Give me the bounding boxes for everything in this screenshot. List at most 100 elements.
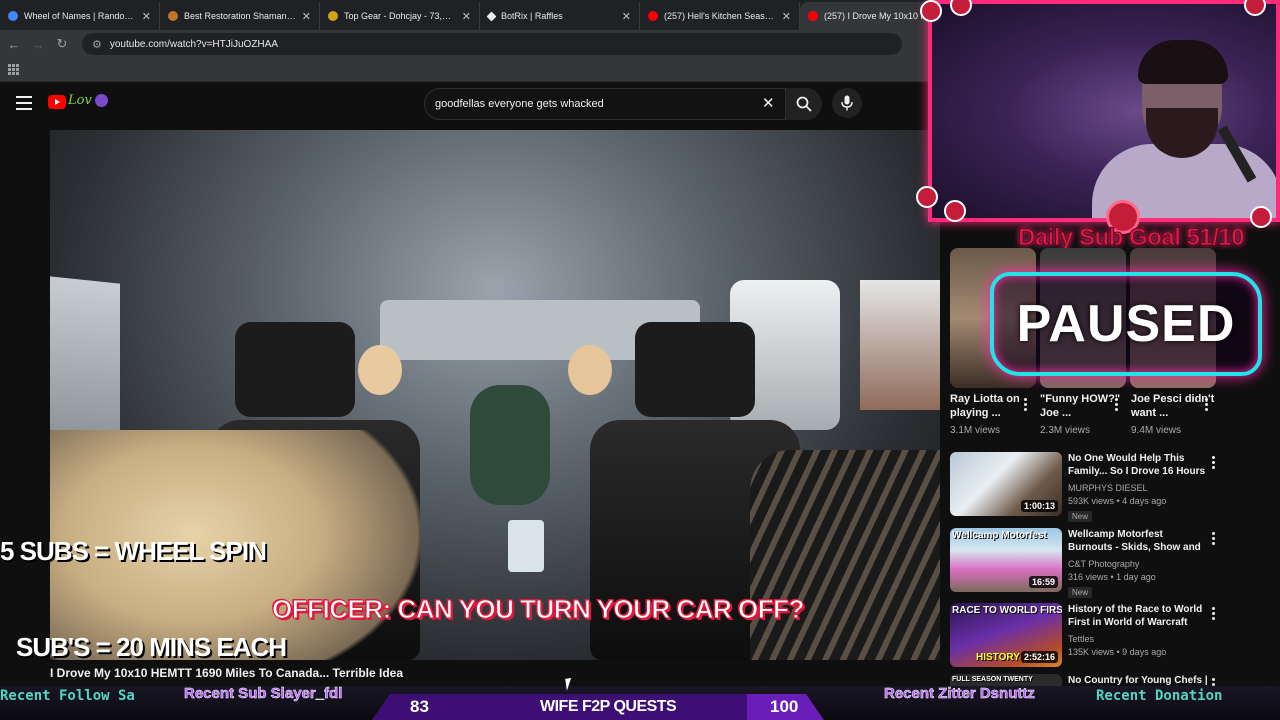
tab-botrix-raffles[interactable]: BotRix | Raffles ✕ [480, 2, 640, 30]
more-options-icon[interactable] [1212, 607, 1216, 620]
video-title[interactable]: No Country for Young Chefs | [1068, 674, 1208, 686]
recent-zitter: Recent Zitter Dsnuttz [884, 685, 1035, 703]
video-info: No One Would Help This Family... So I Dr… [1068, 452, 1208, 524]
short-views: 2.3M views [1040, 425, 1091, 436]
thumbnail-text: FULL SEASON TWENTY [952, 676, 1033, 683]
video-title[interactable]: History of the Race to World First in Wo… [1068, 603, 1208, 629]
search-icon [796, 96, 812, 112]
video-info: History of the Race to World First in Wo… [1068, 603, 1208, 657]
driver-arm [750, 450, 940, 660]
short-info: "Funny HOW?" Joe ... 2.3M views [1040, 392, 1126, 436]
more-options-icon[interactable] [1212, 532, 1216, 545]
sub-time-rule: SUB'S = 20 MINS EACH [16, 632, 287, 662]
site-info-icon[interactable]: ⚙ [92, 38, 102, 51]
quest-goal: 100 [770, 697, 799, 716]
tab-hells-kitchen[interactable]: (257) Hell's Kitchen Season 18 ✕ [640, 2, 800, 30]
channel-name[interactable]: C&T Photography [1068, 559, 1208, 569]
wowhead-favicon-icon [168, 11, 178, 21]
tab-close-icon[interactable]: ✕ [622, 10, 631, 23]
apps-grid-icon[interactable] [8, 64, 19, 75]
youtube-header: Lov goodfellas everyone gets whacked ✕ [0, 82, 940, 126]
clear-search-icon[interactable]: ✕ [762, 94, 775, 112]
menu-icon[interactable] [16, 96, 32, 110]
back-arrow-icon[interactable]: ← [2, 37, 26, 52]
video-thumbnail[interactable]: 1:00:13 [950, 452, 1062, 516]
video-thumbnail[interactable]: RACE TO WORLD FIRST HISTORY 2:52:16 [950, 603, 1062, 667]
child [358, 345, 402, 395]
video-views: 593K views • 4 days ago [1068, 496, 1167, 506]
youtube-favicon-icon [808, 11, 818, 21]
cloud-decoration-icon [944, 200, 966, 222]
tab-close-icon[interactable]: ✕ [302, 10, 311, 23]
search-button[interactable] [786, 88, 822, 120]
video-thumbnail[interactable]: FULL SEASON TWENTY [950, 674, 1062, 686]
streamer-webcam [928, 0, 1280, 222]
search-input[interactable]: goodfellas everyone gets whacked [424, 88, 786, 120]
screen: Wheel of Names | Random name picker ✕ Be… [0, 0, 1280, 720]
streamer-hair [1138, 40, 1228, 84]
doodle-dot-icon [95, 94, 108, 107]
wheel-spin-rule: 5 SUBS = WHEEL SPIN [0, 536, 267, 566]
tab-top-gear[interactable]: Top Gear - Dohcjay - 73,000 DPS ✕ [320, 2, 480, 30]
more-options-icon[interactable] [1212, 678, 1216, 686]
more-options-icon[interactable] [1115, 398, 1119, 411]
side-window [860, 280, 940, 410]
forward-arrow-icon[interactable]: → [26, 37, 50, 52]
tab-title: BotRix | Raffles [501, 11, 563, 21]
headrest [235, 322, 355, 417]
youtube-favicon-icon [648, 11, 658, 21]
cloud-decoration-icon [920, 0, 942, 22]
new-badge: New [1068, 511, 1093, 522]
recommended-video[interactable]: 1:00:13 No One Would Help This Family...… [950, 452, 1270, 522]
tab-close-icon[interactable]: ✕ [462, 10, 471, 23]
headrest [635, 322, 755, 417]
tab-title: Top Gear - Dohcjay - 73,000 DPS [344, 11, 456, 21]
address-bar[interactable]: ⚙ youtube.com/watch?v=HTJiJuOZHAA [82, 33, 902, 55]
tab-close-icon[interactable]: ✕ [142, 10, 151, 23]
more-options-icon[interactable] [1212, 456, 1216, 469]
tab-restoration-shaman[interactable]: Best Restoration Shaman Talents ✕ [160, 2, 320, 30]
new-badge: New [1068, 587, 1093, 598]
thumbnail-text: Wellcamp Motorfest [952, 530, 1047, 541]
more-options-icon[interactable] [1024, 398, 1028, 411]
voice-search-button[interactable] [832, 88, 862, 118]
search-query: goodfellas everyone gets whacked [435, 98, 604, 110]
youtube-doodle[interactable]: Lov [68, 93, 92, 108]
cloud-decoration-icon [916, 186, 938, 208]
video-duration: 2:52:16 [1020, 651, 1058, 663]
video-info: No Country for Young Chefs | [1068, 674, 1208, 686]
youtube-logo-icon[interactable] [48, 95, 66, 109]
thumbnail-text: RACE TO WORLD FIRST [952, 605, 1062, 616]
video-views: 316 views • 1 day ago [1068, 572, 1156, 582]
video-title[interactable]: I Drove My 10x10 HEMTT 1690 Miles To Can… [50, 666, 403, 680]
video-title[interactable]: No One Would Help This Family... So I Dr… [1068, 452, 1208, 478]
recent-follow: Recent Follow Sa [0, 688, 135, 704]
more-options-icon[interactable] [1205, 398, 1209, 411]
paused-overlay: PAUSED [990, 272, 1262, 376]
reload-icon[interactable]: ↻ [50, 36, 74, 52]
video-player[interactable] [50, 130, 940, 660]
video-title[interactable]: Wellcamp Motorfest Burnouts - Skids, Sho… [1068, 528, 1208, 554]
recommended-video[interactable]: RACE TO WORLD FIRST HISTORY 2:52:16 Hist… [950, 603, 1270, 673]
url-text: youtube.com/watch?v=HTJiJuOZHAA [109, 38, 278, 50]
short-title[interactable]: "Funny HOW?" Joe ... [1040, 392, 1126, 420]
channel-name[interactable]: MURPHYS DIESEL [1068, 483, 1208, 493]
mouse-cursor-icon [565, 677, 579, 691]
bag [470, 385, 550, 505]
recommended-video[interactable]: Wellcamp Motorfest 16:59 Wellcamp Motorf… [950, 528, 1270, 598]
recent-sub: Recent Sub Slayer_fdl [184, 685, 343, 703]
recommended-video[interactable]: FULL SEASON TWENTY No Country for Young … [950, 674, 1270, 686]
botrix-favicon-icon [486, 11, 497, 21]
microphone-icon [841, 95, 853, 111]
video-thumbnail[interactable]: Wellcamp Motorfest 16:59 [950, 528, 1062, 592]
short-views: 9.4M views [1131, 425, 1182, 436]
tab-close-icon[interactable]: ✕ [782, 10, 791, 23]
tab-wheel-of-names[interactable]: Wheel of Names | Random name picker ✕ [0, 2, 160, 30]
tab-title: (257) Hell's Kitchen Season 18 [664, 11, 776, 21]
tab-title: Best Restoration Shaman Talents [184, 11, 296, 21]
video-caption: OFFICER: CAN YOU TURN YOUR CAR OFF? [272, 594, 805, 625]
tab-title: Wheel of Names | Random name picker [24, 11, 136, 21]
raidbots-favicon-icon [328, 11, 338, 21]
google-favicon-icon [8, 11, 18, 21]
channel-name[interactable]: Tettles [1068, 634, 1208, 644]
